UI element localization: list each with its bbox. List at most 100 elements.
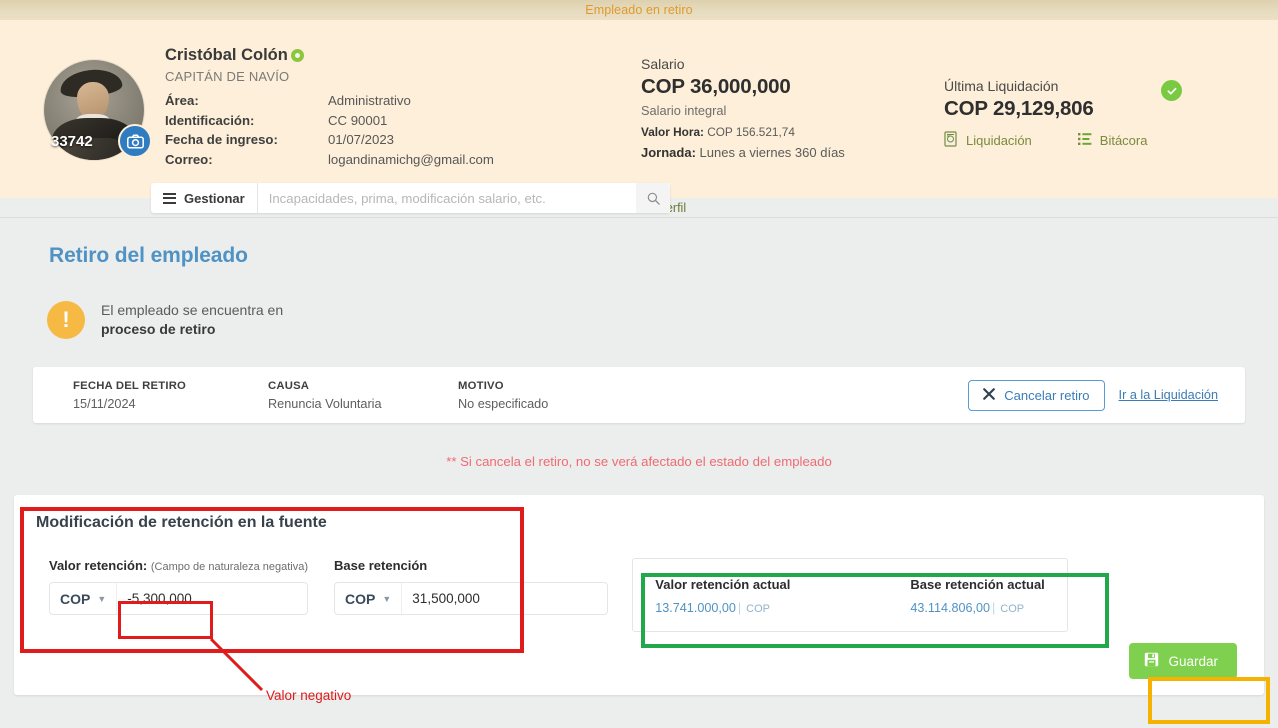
camera-icon[interactable] <box>118 124 152 158</box>
gestionar-button[interactable]: Gestionar <box>151 183 258 213</box>
save-button[interactable]: Guardar <box>1129 643 1237 679</box>
retention-form-title: Modificación de retención en la fuente <box>36 514 327 531</box>
search-icon[interactable] <box>636 183 670 213</box>
retirement-date-value: 15/11/2024 <box>73 396 136 411</box>
field-fecha-ingreso: Fecha de ingreso: 01/07/2023 <box>165 130 494 150</box>
current-base-retencion-currency: COP <box>1000 603 1025 615</box>
last-liquidation-amount: COP 29,129,806 <box>944 97 1094 120</box>
employee-name: Cristóbal Colón <box>165 46 288 64</box>
retirement-motive-header: MOTIVO <box>458 379 504 392</box>
employee-profile-header: 33742 Cristóbal Colón CAPITÁN DE NAVÍO Á… <box>0 20 1278 213</box>
base-retencion-group: Base retención COP ▼ <box>334 558 609 632</box>
valor-retencion-label-row: Valor retención: (Campo de naturaleza ne… <box>49 558 308 573</box>
valor-retencion-input[interactable] <box>117 583 298 614</box>
current-base-retencion-header: Base retención actual <box>910 577 1045 592</box>
liquidacion-link[interactable]: Liquidación <box>944 131 1032 150</box>
liquidacion-link-label: Liquidación <box>966 133 1032 148</box>
base-retencion-currency-select[interactable]: COP ▼ <box>335 583 403 614</box>
chevron-down-icon: ▼ <box>97 593 107 604</box>
field-fecha-ingreso-label: Fecha de ingreso: <box>165 132 278 147</box>
avatar-employee-id: 33742 <box>51 133 93 150</box>
chevron-down-icon: ▼ <box>382 593 392 604</box>
retirement-date-header: FECHA DEL RETIRO <box>73 379 187 392</box>
retirement-card-actions: Cancelar retiro Ir a la Liquidación <box>968 379 1218 411</box>
gestionar-search-input[interactable] <box>257 183 636 213</box>
field-area-label: Área: <box>165 93 199 108</box>
go-to-liquidation-link[interactable]: Ir a la Liquidación <box>1119 388 1218 402</box>
document-money-icon <box>944 131 959 150</box>
valor-hora-row: Valor Hora: COP 156.521,74 <box>641 125 845 139</box>
main-content: Retiro del empleado ! El empleado se enc… <box>0 218 1278 728</box>
status-banner-text: Empleado en retiro <box>585 3 693 17</box>
liquidation-links: Liquidación Bitácora <box>944 131 1204 150</box>
retirement-alert-text: El empleado se encuentra en proceso de r… <box>101 301 283 339</box>
retirement-cause-header: CAUSA <box>268 379 310 392</box>
jornada-value: Lunes a viernes 360 días <box>699 145 845 160</box>
current-valor-retencion-currency: COP <box>746 603 770 615</box>
retirement-info-card: FECHA DEL RETIRO 15/11/2024 CAUSA Renunc… <box>33 367 1245 423</box>
retirement-alert: ! El empleado se encuentra en proceso de… <box>0 268 1278 339</box>
field-area: Área: Administrativo <box>165 91 494 111</box>
retirement-cause-value: Renuncia Voluntaria <box>268 396 382 411</box>
retirement-motive-column: MOTIVO No especificado <box>451 380 711 411</box>
gestionar-button-label: Gestionar <box>184 190 245 206</box>
retirement-alert-line1: El empleado se encuentra en <box>101 302 284 318</box>
base-retencion-input[interactable] <box>402 583 608 614</box>
retirement-motive-value: No especificado <box>458 396 549 411</box>
current-valor-retencion-header: Valor retención actual <box>655 577 791 592</box>
field-correo: Correo: logandinamichg@gmail.com <box>165 150 494 170</box>
current-valor-retencion-value-row: 13.741.000,00 | COP <box>655 601 770 615</box>
field-identificacion: Identificación: CC 90001 <box>165 111 494 131</box>
valor-retencion-hint: (Campo de naturaleza negativa) <box>150 561 309 573</box>
last-liquidation-block: Última Liquidación COP 29,129,806 Liquid… <box>944 78 1204 150</box>
current-valor-retencion-value: 13.741.000,00 <box>655 601 736 615</box>
salary-block: Salario COP 36,000,000 Salario integral … <box>641 56 845 160</box>
valor-retencion-label: Valor retención: <box>49 558 148 573</box>
field-identificacion-value: CC 90001 <box>328 112 388 128</box>
valor-retencion-group: Valor retención: (Campo de naturaleza ne… <box>49 558 309 632</box>
base-retencion-label: Base retención <box>334 558 428 573</box>
employee-name-row: Cristóbal Colón <box>165 46 494 65</box>
cancel-retirement-label: Cancelar retiro <box>1004 387 1090 403</box>
valor-hora-label: Valor Hora: <box>641 125 704 139</box>
field-identificacion-label: Identificación: <box>165 112 255 128</box>
save-button-label: Guardar <box>1168 653 1218 669</box>
retirement-cause-column: CAUSA Renuncia Voluntaria <box>261 380 451 411</box>
salary-amount: COP 36,000,000 <box>641 75 791 98</box>
valor-retencion-currency-select[interactable]: COP ▼ <box>50 583 118 614</box>
exclamation-icon: ! <box>47 301 85 339</box>
current-valor-retencion-column: Valor retención actual 13.741.000,00 | COP <box>655 577 790 615</box>
cancel-retirement-button[interactable]: Cancelar retiro <box>968 379 1105 411</box>
verified-eye-icon <box>290 49 304 62</box>
avatar-container[interactable]: 33742 <box>44 60 152 160</box>
salary-title: Salario <box>641 56 685 72</box>
salary-subtitle: Salario integral <box>641 103 727 118</box>
current-base-retencion-value: 43.114.806,00 <box>910 601 991 615</box>
hamburger-icon <box>163 192 176 204</box>
employee-field-list: Área: Administrativo Identificación: CC … <box>165 91 494 169</box>
retirement-date-column: FECHA DEL RETIRO 15/11/2024 <box>66 380 261 411</box>
current-base-retencion-value-row: 43.114.806,00 | COP <box>910 601 1025 615</box>
save-floppy-icon <box>1144 652 1159 670</box>
base-retencion-currency-value: COP <box>345 590 376 607</box>
employee-status-banner: Empleado en retiro <box>0 0 1278 20</box>
retention-form-body: Valor retención: (Campo de naturaleza ne… <box>14 532 1264 632</box>
gestionar-search-bar: Gestionar <box>151 183 670 213</box>
valor-retencion-input-combo: COP ▼ <box>49 582 309 615</box>
bitacora-link-label: Bitácora <box>1099 133 1148 148</box>
jornada-row: Jornada: Lunes a viernes 360 días <box>641 145 845 160</box>
profile-details: Cristóbal Colón CAPITÁN DE NAVÍO Área: A… <box>165 32 494 198</box>
current-base-retencion-column: Base retención actual 43.114.806,00 | COP <box>910 577 1044 615</box>
field-correo-value: logandinamichg@gmail.com <box>328 151 494 167</box>
check-circle-icon <box>1161 80 1182 101</box>
retirement-alert-line2: proceso de retiro <box>101 321 216 337</box>
retention-form-footer: Guardar <box>1129 643 1264 695</box>
employee-role: CAPITÁN DE NAVÍO <box>165 69 290 84</box>
close-x-icon <box>983 387 996 403</box>
valor-retencion-currency-value: COP <box>60 590 91 607</box>
cancel-note: ** Si cancela el retiro, no se verá afec… <box>446 454 832 469</box>
field-area-value: Administrativo <box>328 93 411 108</box>
current-retention-panel: Valor retención actual 13.741.000,00 | COP… <box>632 558 1068 632</box>
bitacora-link[interactable]: Bitácora <box>1077 132 1148 149</box>
list-log-icon <box>1077 132 1093 149</box>
